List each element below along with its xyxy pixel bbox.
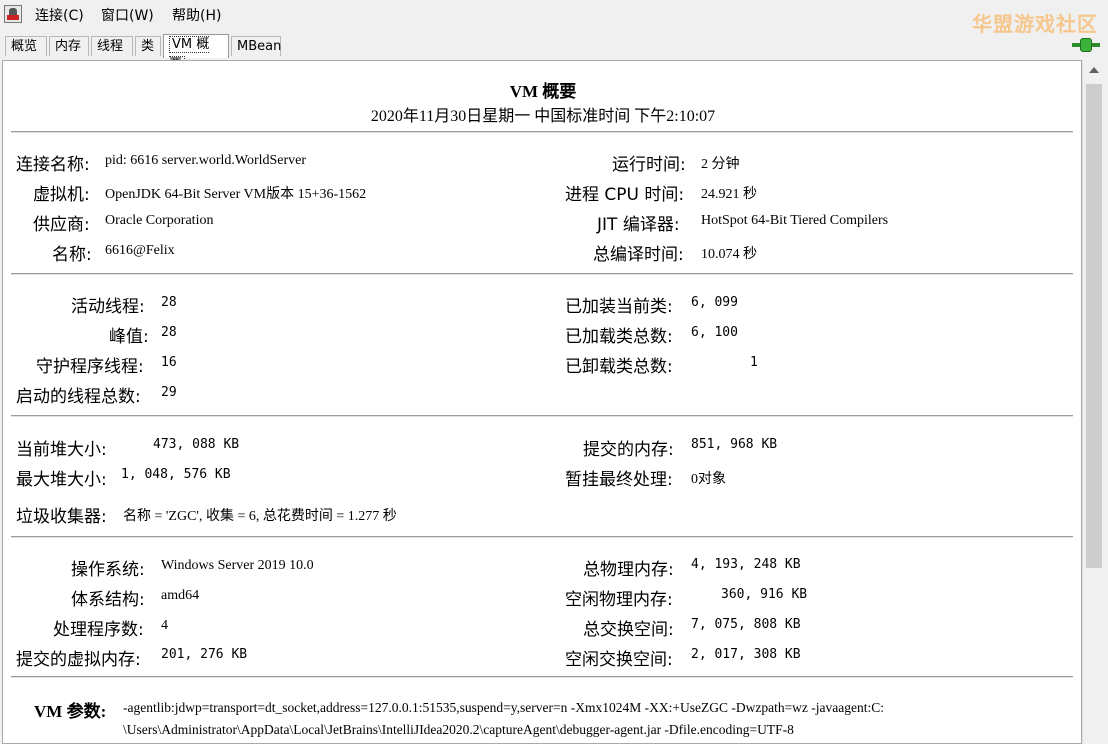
- watermark-text: 华盟游戏社区: [972, 12, 1098, 36]
- total-swap-value: 7, 075, 808 KB: [691, 617, 801, 632]
- architecture-label: 体系结构:: [71, 590, 145, 610]
- loaded-classes-label: 已加装当前类:: [565, 297, 673, 317]
- free-swap-label: 空闲交换空间:: [565, 650, 673, 670]
- jconsole-app-icon[interactable]: [4, 5, 22, 23]
- section-divider: [11, 676, 1073, 678]
- vm-args-line2: \Users\Administrator\AppData\Local\JetBr…: [123, 722, 794, 737]
- scroll-up-icon[interactable]: [1083, 60, 1105, 80]
- tab-memory[interactable]: 内存: [49, 36, 89, 56]
- garbage-collector-value: 名称 = 'ZGC', 收集 = 6, 总花费时间 = 1.277 秒: [123, 509, 397, 524]
- name-label: 名称:: [52, 245, 92, 265]
- tab-label: 线程: [97, 39, 124, 54]
- vm-label: 虚拟机:: [33, 185, 90, 205]
- tab-label: 类: [141, 39, 155, 54]
- vm-value: OpenJDK 64-Bit Server VM版本 15+36-1562: [105, 187, 367, 202]
- tab-label: 内存: [55, 39, 82, 54]
- tab-threads[interactable]: 线程: [91, 36, 133, 56]
- tab-bar: 概览 内存 线程 类 VM 概要 MBean: [0, 34, 1108, 73]
- jit-compiler-value: HotSpot 64-Bit Tiered Compilers: [701, 213, 889, 228]
- peak-threads-value: 28: [161, 325, 177, 340]
- total-loaded-classes-label: 已加载类总数:: [565, 327, 673, 347]
- menu-help[interactable]: 帮助(H): [172, 5, 221, 25]
- tab-label: 概览: [11, 39, 38, 54]
- page-title: VM 概要: [509, 82, 577, 101]
- tab-overview[interactable]: 概览: [5, 36, 47, 56]
- pending-finalization-label: 暂挂最终处理:: [565, 470, 673, 490]
- committed-memory-value: 851, 968 KB: [691, 437, 778, 452]
- architecture-value: amd64: [161, 588, 200, 603]
- vm-args-line1: -agentlib:jdwp=transport=dt_socket,addre…: [123, 700, 885, 715]
- compile-time-label: 总编译时间:: [593, 245, 684, 265]
- menu-connection[interactable]: 连接(C): [35, 5, 84, 25]
- section-divider: [11, 131, 1073, 133]
- name-value: 6616@Felix: [105, 243, 175, 258]
- tab-vm-summary[interactable]: VM 概要: [163, 34, 229, 73]
- section-divider: [11, 273, 1073, 275]
- live-threads-value: 28: [161, 295, 177, 310]
- uptime-value: 2 分钟: [701, 157, 740, 172]
- connection-status-icon[interactable]: [1072, 38, 1100, 52]
- peak-threads-label: 峰值:: [109, 327, 149, 347]
- process-cpu-label: 进程 CPU 时间:: [565, 185, 685, 205]
- unloaded-classes-value: 1: [750, 355, 758, 370]
- uptime-label: 运行时间:: [612, 155, 686, 175]
- menu-window[interactable]: 窗口(W): [101, 5, 154, 25]
- free-swap-value: 2, 017, 308 KB: [691, 647, 801, 662]
- process-cpu-value: 24.921 秒: [701, 187, 757, 202]
- garbage-collector-label: 垃圾收集器:: [16, 507, 107, 527]
- total-loaded-classes-value: 6, 100: [691, 325, 738, 340]
- tab-mbean[interactable]: MBean: [231, 36, 281, 56]
- vertical-scrollbar[interactable]: [1082, 60, 1105, 744]
- vendor-value: Oracle Corporation: [105, 213, 214, 228]
- menu-bar: 连接(C) 窗口(W) 帮助(H) 华盟游戏社区: [0, 0, 1108, 36]
- connection-name-label: 连接名称:: [16, 155, 90, 175]
- committed-virtual-memory-value: 201, 276 KB: [161, 647, 248, 662]
- tab-label: MBean: [237, 39, 282, 54]
- daemon-threads-label: 守护程序线程:: [36, 357, 144, 377]
- scroll-thumb[interactable]: [1086, 84, 1102, 568]
- compile-time-value: 10.074 秒: [701, 247, 757, 262]
- started-threads-value: 29: [161, 385, 177, 400]
- committed-virtual-memory-label: 提交的虚拟内存:: [16, 650, 141, 670]
- daemon-threads-value: 16: [161, 355, 177, 370]
- vendor-label: 供应商:: [33, 215, 90, 235]
- total-physical-memory-value: 4, 193, 248 KB: [691, 557, 801, 572]
- total-physical-memory-label: 总物理内存:: [583, 560, 674, 580]
- total-swap-label: 总交换空间:: [583, 620, 674, 640]
- committed-memory-label: 提交的内存:: [583, 440, 674, 460]
- heap-size-value: 473, 088 KB: [153, 437, 240, 452]
- free-physical-memory-value: 360, 916 KB: [721, 587, 808, 602]
- loaded-classes-value: 6, 099: [691, 295, 738, 310]
- connection-name-value: pid: 6616 server.world.WorldServer: [105, 153, 307, 168]
- max-heap-label: 最大堆大小:: [16, 470, 107, 490]
- vm-summary-panel: VM 概要 2020年11月30日星期一 中国标准时间 下午2:10:07 连接…: [2, 60, 1082, 744]
- free-physical-memory-label: 空闲物理内存:: [565, 590, 673, 610]
- pending-finalization-value: 0对象: [691, 472, 726, 487]
- live-threads-label: 活动线程:: [71, 297, 145, 317]
- tab-classes[interactable]: 类: [135, 36, 161, 56]
- jit-compiler-label: JIT 编译器:: [597, 215, 680, 235]
- processors-label: 处理程序数:: [53, 620, 144, 640]
- timestamp: 2020年11月30日星期一 中国标准时间 下午2:10:07: [370, 108, 716, 125]
- vm-args-label: VM 参数:: [34, 702, 107, 721]
- processors-value: 4: [161, 618, 168, 633]
- unloaded-classes-label: 已卸载类总数:: [565, 357, 673, 377]
- section-divider: [11, 536, 1073, 538]
- max-heap-value: 1, 048, 576 KB: [121, 467, 231, 482]
- heap-size-label: 当前堆大小:: [16, 440, 107, 460]
- os-value: Windows Server 2019 10.0: [161, 558, 314, 573]
- started-threads-label: 启动的线程总数:: [16, 387, 141, 407]
- section-divider: [11, 415, 1073, 417]
- os-label: 操作系统:: [71, 560, 145, 580]
